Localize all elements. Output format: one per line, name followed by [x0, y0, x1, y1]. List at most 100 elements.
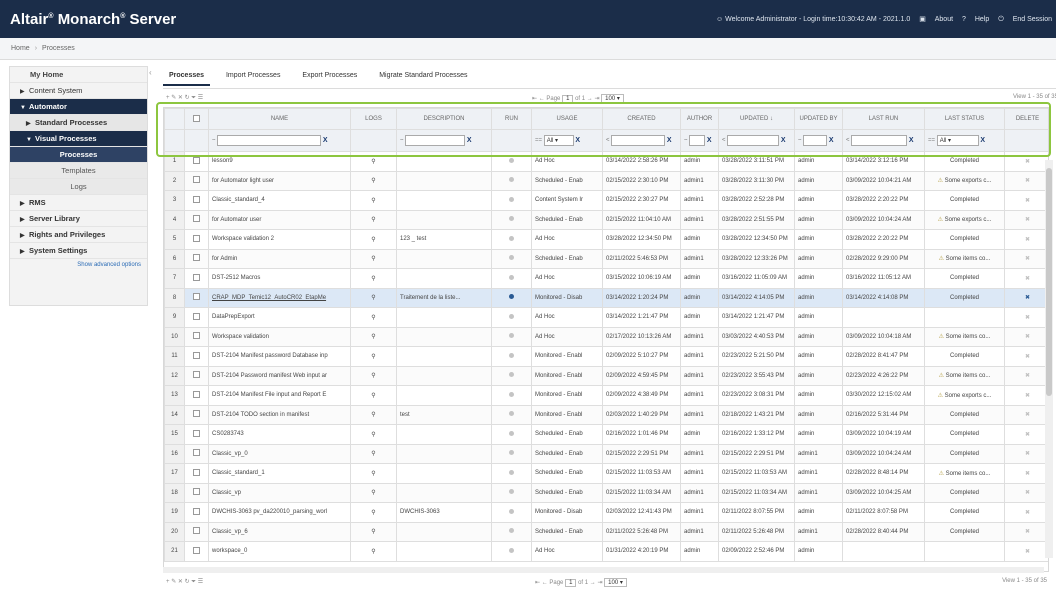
row-checkbox[interactable] [193, 176, 200, 184]
view-logs-icon[interactable]: ⚲ [371, 549, 375, 555]
process-name-link[interactable]: Classic_vp [208, 482, 351, 503]
delete-cell[interactable]: ✖ [1004, 326, 1048, 347]
process-name-link[interactable]: CS0283743 [208, 424, 351, 445]
delete-cell[interactable]: ✖ [1004, 424, 1048, 445]
process-name-link[interactable]: workspace_0 [208, 541, 351, 562]
filter-icon[interactable]: ⏷ [191, 95, 196, 101]
run-icon[interactable] [509, 547, 514, 553]
logs-cell[interactable]: ⚲ [350, 365, 397, 386]
sidebar-item-system-settings[interactable]: ▶ System Settings [10, 243, 147, 259]
logs-cell[interactable]: ⚲ [350, 229, 397, 250]
sidebar-item-content-system[interactable]: ▶ Content System [10, 83, 147, 99]
view-logs-icon[interactable]: ⚲ [371, 510, 375, 516]
help-link[interactable]: ? Help [962, 16, 989, 23]
run-icon[interactable] [509, 274, 514, 280]
delete-row-icon[interactable]: ✖ [1025, 529, 1030, 535]
page-number-input[interactable]: 1 [565, 579, 577, 587]
delete-cell[interactable]: ✖ [1004, 521, 1048, 542]
run-icon[interactable] [509, 469, 514, 475]
logs-cell[interactable]: ⚲ [350, 502, 397, 523]
end-session-link[interactable]: ⏻ End Session [998, 16, 1052, 23]
table-row[interactable]: 12 DST-2104 Password manifest Web input a… [164, 365, 1048, 386]
process-name-link[interactable]: DWCHIS-3063 pv_da220010_parsing_worl [208, 502, 351, 523]
run-cell[interactable] [491, 307, 532, 328]
row-select-cell[interactable] [184, 326, 209, 347]
run-cell[interactable] [491, 443, 532, 464]
vertical-scrollbar-thumb[interactable] [1046, 168, 1052, 396]
process-name-link[interactable]: DataPrepExport [208, 307, 351, 328]
run-cell[interactable] [491, 346, 532, 367]
delete-row-icon[interactable]: ✖ [1025, 198, 1030, 204]
run-cell[interactable] [491, 521, 532, 542]
last-page-icon[interactable]: ⇥ [597, 580, 602, 586]
row-select-cell[interactable] [184, 248, 209, 269]
breadcrumb-home[interactable]: Home [11, 45, 30, 52]
tab-export-processes[interactable]: Export Processes [296, 70, 363, 84]
process-name-link[interactable]: Classic_standard_4 [208, 190, 351, 211]
delete-row-icon[interactable]: ✖ [1025, 432, 1030, 438]
run-icon[interactable] [509, 489, 514, 495]
columns-icon[interactable]: ☰ [198, 95, 203, 101]
view-logs-icon[interactable]: ⚲ [371, 276, 375, 282]
process-name-link[interactable]: DST-2104 TODO section in manifest [208, 404, 351, 425]
table-row[interactable]: 4 for Automator user ⚲ Scheduled - Enab 02/1… [164, 209, 1048, 230]
delete-cell[interactable]: ✖ [1004, 404, 1048, 425]
delete-cell[interactable]: ✖ [1004, 482, 1048, 503]
delete-row-icon[interactable]: ✖ [1025, 237, 1030, 243]
row-checkbox[interactable] [193, 195, 200, 203]
row-checkbox[interactable] [193, 351, 200, 359]
process-name-link[interactable]: CRAP_MDP_Temic12_AutoCR02_EtapMe [208, 287, 351, 308]
run-cell[interactable] [491, 287, 532, 308]
delete-row-icon[interactable]: ✖ [1025, 490, 1030, 496]
sidebar-item-rights-and-privileges[interactable]: ▶ Rights and Privileges [10, 227, 147, 243]
view-logs-icon[interactable]: ⚲ [371, 198, 375, 204]
process-name-link[interactable]: DST-2512 Macros [208, 268, 351, 289]
view-logs-icon[interactable]: ⚲ [371, 237, 375, 243]
row-checkbox[interactable] [193, 234, 200, 242]
row-select-cell[interactable] [184, 268, 209, 289]
process-name-link[interactable]: Classic_vp_0 [208, 443, 351, 464]
delete-row-icon[interactable]: ✖ [1025, 373, 1030, 379]
view-logs-icon[interactable]: ⚲ [371, 256, 375, 262]
view-logs-icon[interactable]: ⚲ [371, 178, 375, 184]
view-logs-icon[interactable]: ⚲ [371, 490, 375, 496]
row-select-cell[interactable] [184, 307, 209, 328]
page-size-select[interactable]: 100 ▾ [604, 578, 627, 587]
logs-cell[interactable]: ⚲ [350, 248, 397, 269]
tab-import-processes[interactable]: Import Processes [220, 70, 286, 84]
row-select-cell[interactable] [184, 463, 209, 484]
process-name-link[interactable]: Workspace validation 2 [208, 229, 351, 250]
logs-cell[interactable]: ⚲ [350, 209, 397, 230]
delete-row-icon[interactable]: ✖ [1025, 471, 1030, 477]
process-name-link[interactable]: DST-2104 Manifest File input and Report … [208, 385, 351, 406]
row-select-cell[interactable] [184, 521, 209, 542]
table-row[interactable]: 6 for Admin ⚲ Scheduled - Enab 02/11/2022 5:… [164, 248, 1048, 269]
run-icon[interactable] [509, 450, 514, 456]
run-cell[interactable] [491, 190, 532, 211]
delete-row-icon[interactable]: ✖ [1025, 393, 1030, 399]
delete-row-icon[interactable]: ✖ [1025, 256, 1030, 262]
process-name-link[interactable]: for Admin [208, 248, 351, 269]
refresh-icon[interactable]: ↻ [185, 95, 190, 101]
run-icon[interactable] [509, 352, 514, 358]
logs-cell[interactable]: ⚲ [350, 307, 397, 328]
logs-cell[interactable]: ⚲ [350, 190, 397, 211]
run-cell[interactable] [491, 541, 532, 562]
run-cell[interactable] [491, 385, 532, 406]
row-checkbox[interactable] [193, 254, 200, 262]
view-logs-icon[interactable]: ⚲ [371, 334, 375, 340]
row-checkbox[interactable] [193, 410, 200, 418]
row-checkbox[interactable] [193, 507, 200, 515]
process-name-link[interactable]: for Automator light user [208, 170, 351, 191]
sidebar-item-processes[interactable]: Processes [10, 147, 147, 163]
logs-cell[interactable]: ⚲ [350, 424, 397, 445]
first-page-icon[interactable]: ⇤ [535, 580, 540, 586]
logs-cell[interactable]: ⚲ [350, 482, 397, 503]
row-checkbox[interactable] [193, 273, 200, 281]
process-name-link[interactable]: DST-2104 Password manifest Web input ar [208, 365, 351, 386]
delete-cell[interactable]: ✖ [1004, 209, 1048, 230]
tab-migrate-standard-processes[interactable]: Migrate Standard Processes [373, 70, 473, 84]
add-icon[interactable]: + [166, 95, 170, 101]
collapse-sidebar-icon[interactable]: ‹ [149, 68, 152, 77]
view-logs-icon[interactable]: ⚲ [371, 217, 375, 223]
